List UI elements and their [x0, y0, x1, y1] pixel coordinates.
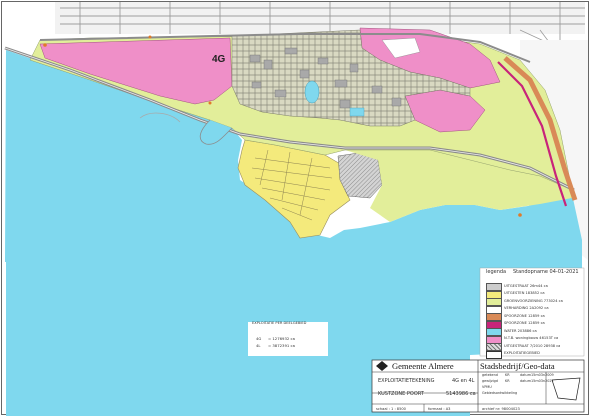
meta-datum-value: 15m03n2009 — [531, 373, 554, 377]
area-value: 5143986 ca — [446, 391, 476, 397]
exploitatie-heading: EXPLOITATIE PER DEELGEBIED — [252, 321, 307, 325]
meta-vpmu: VPMU — [482, 385, 492, 389]
legend-item-label: SPOORZONE 12859 ca — [504, 321, 545, 325]
inner-pond — [349, 107, 365, 117]
legend-date: Standopname 04-01-2021 — [513, 269, 579, 275]
legend-item-label: WATER 203886 ca — [504, 328, 537, 333]
meta-gewijzigd-value: KR — [505, 379, 510, 383]
zone-label-4g: 4G — [212, 54, 226, 65]
format-label: formaat : A3 — [428, 407, 451, 411]
drawing-subtitle: 4G en 4L — [452, 378, 475, 384]
legend-swatch — [486, 350, 502, 359]
drawing-title: EXPLOITATIETEKENING — [378, 378, 435, 384]
legend-title: legenda — [486, 269, 507, 275]
meta-getekend-value: KR — [505, 373, 510, 377]
org-name: Gemeente Almere — [392, 361, 454, 371]
legend-item-label: VERHARDING 2A2092 ca — [504, 306, 549, 310]
legend-item-label: UITGESTEN 183852 ca — [504, 291, 545, 295]
legend-item-label: N.T.B. woningbouw 46153T ca — [504, 336, 559, 340]
exploitatie-row-value: = 1276932 ca — [268, 336, 295, 341]
inner-lake — [304, 80, 320, 104]
exploitatie-row-label: 4G — [256, 336, 262, 341]
legend-item-label: SPOORZONE 12859 ca — [504, 313, 545, 318]
scale-label: schaal : 1 : 8500 — [376, 407, 406, 411]
archive-label: archief nr: 98004023 — [482, 407, 520, 411]
meta-datum-2: datum — [520, 379, 532, 383]
exploitatie-row-label: 4L — [256, 343, 261, 348]
meta-datum: datum — [520, 373, 532, 377]
legend-item-label: UITGESTRAAT 7/2010 28938 ca — [504, 343, 561, 348]
legend-item-label: EXPLOITATIEGEBIED — [504, 351, 540, 355]
meta-department: Gebiedsontwikkeling — [482, 391, 518, 395]
legend-item-label: UITGESTRAAT 26m44 ca — [504, 283, 548, 288]
legend-item-label: GROENVOORZIENING 773024 ca — [504, 298, 563, 303]
dept-name: Stadsbedrijf/Geo-data — [480, 361, 555, 371]
meta-getekend: getekend — [482, 373, 498, 377]
area-name: KUSTZONE POORT — [378, 391, 424, 397]
exploitatie-row-value: = 3872391 ca — [268, 343, 295, 348]
meta-datum-2-value: 15m03n2021 — [531, 379, 554, 383]
meta-gewijzigd: gewijzigd — [482, 379, 498, 383]
